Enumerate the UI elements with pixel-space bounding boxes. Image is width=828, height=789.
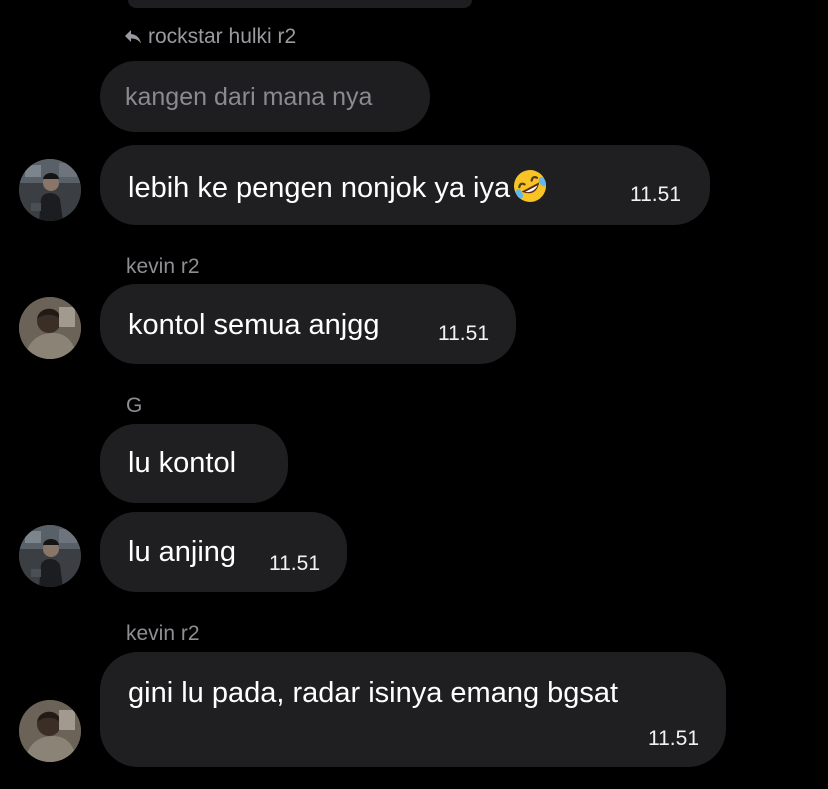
avatar[interactable] <box>19 159 81 221</box>
message-time: 11.51 <box>269 552 320 575</box>
message-bubble[interactable]: lu anjing 11.51 <box>100 512 347 592</box>
message-time: 11.51 <box>630 183 681 206</box>
reply-indicator[interactable]: rockstar hulki r2 <box>124 24 296 50</box>
message-text: lebih ke pengen nonjok ya iya <box>128 168 548 205</box>
quoted-message-text: kangen dari mana nya <box>125 83 373 111</box>
message-bubble[interactable]: lebih ke pengen nonjok ya iya 11.51 <box>100 145 710 225</box>
quoted-message-bubble[interactable]: kangen dari mana nya <box>100 61 430 132</box>
avatar[interactable] <box>19 525 81 587</box>
avatar[interactable] <box>19 700 81 762</box>
sender-name: kevin r2 <box>126 622 200 645</box>
message-time: 11.51 <box>648 727 699 750</box>
avatar[interactable] <box>19 297 81 359</box>
reply-target-name: rockstar hulki r2 <box>148 25 297 48</box>
message-text: gini lu pada, radar isinya emang bgsat <box>128 677 619 709</box>
previous-bubble-edge <box>128 0 472 8</box>
sender-name: G <box>126 394 143 417</box>
message-bubble[interactable]: gini lu pada, radar isinya emang bgsat 1… <box>100 652 726 767</box>
message-bubble[interactable]: kontol semua anjgg 11.51 <box>100 284 516 364</box>
message-text: lu kontol <box>128 447 237 479</box>
message-text: lu anjing <box>128 536 237 568</box>
message-text: kontol semua anjgg <box>128 309 380 341</box>
rolling-on-floor-laughing-icon <box>512 168 548 204</box>
message-time: 11.51 <box>438 322 489 345</box>
message-bubble[interactable]: lu kontol <box>100 424 288 503</box>
sender-name: kevin r2 <box>126 255 200 278</box>
reply-arrow-icon <box>124 29 142 45</box>
